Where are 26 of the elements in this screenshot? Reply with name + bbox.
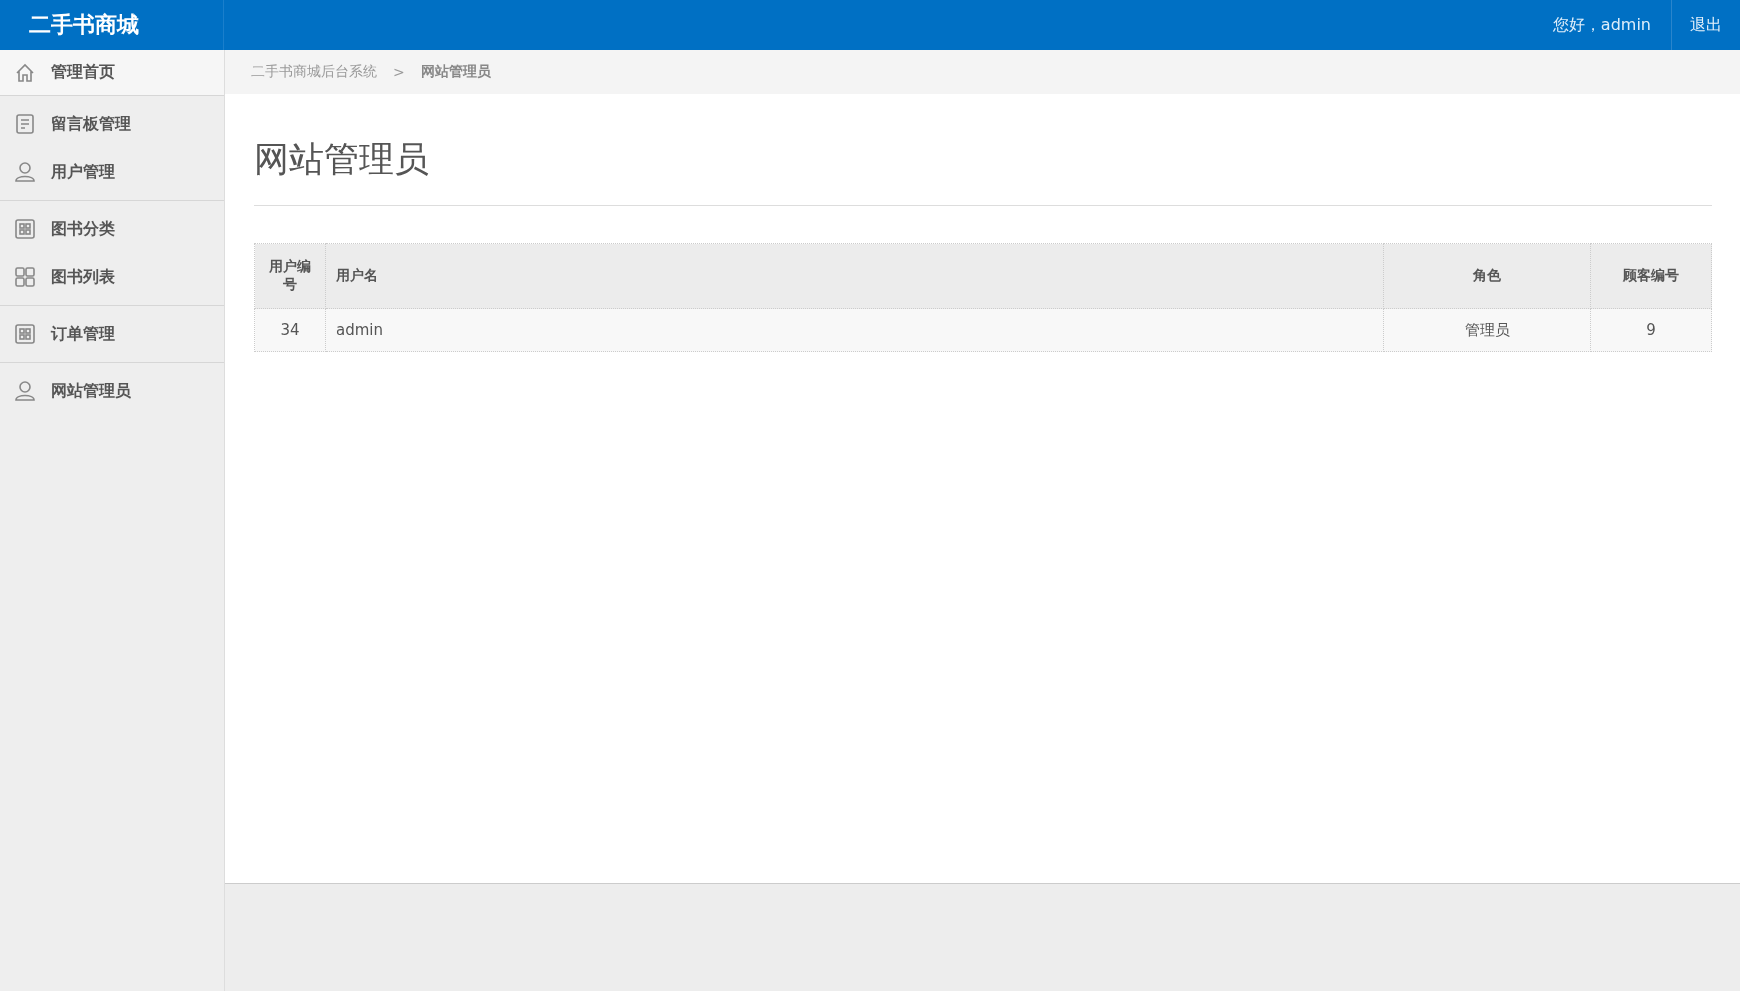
column-header: 顾客编号 <box>1590 243 1712 309</box>
sidebar-item[interactable]: 订单管理 <box>0 310 224 358</box>
column-header: 用户名 <box>325 243 1384 309</box>
sidebar-item[interactable]: 用户管理 <box>0 148 224 196</box>
sidebar-item[interactable]: 图书分类 <box>0 205 224 253</box>
table-cell: 9 <box>1590 308 1712 352</box>
sidebar-item[interactable]: 图书列表 <box>0 253 224 301</box>
greeting-text: 您好，admin <box>1552 14 1652 36</box>
column-header: 用户编号 <box>254 243 326 309</box>
table-cell: 管理员 <box>1383 308 1591 352</box>
user-icon <box>14 380 36 402</box>
page-title: 网站管理员 <box>254 138 430 181</box>
user-icon <box>14 161 36 183</box>
grid-icon <box>14 266 36 288</box>
sidebar-item[interactable]: 网站管理员 <box>0 367 224 415</box>
table-cell: admin <box>325 308 1384 352</box>
column-header: 角色 <box>1383 243 1591 309</box>
document-icon <box>14 113 36 135</box>
breadcrumb-current: 网站管理员 <box>420 63 491 81</box>
table-cell: 34 <box>254 308 326 352</box>
sidebar-item[interactable]: 管理首页 <box>0 50 224 95</box>
sidebar-item[interactable]: 留言板管理 <box>0 100 224 148</box>
grid-icon <box>14 218 36 240</box>
grid-icon <box>14 323 36 345</box>
home-icon <box>14 61 36 84</box>
breadcrumb-separator: > <box>393 64 405 80</box>
